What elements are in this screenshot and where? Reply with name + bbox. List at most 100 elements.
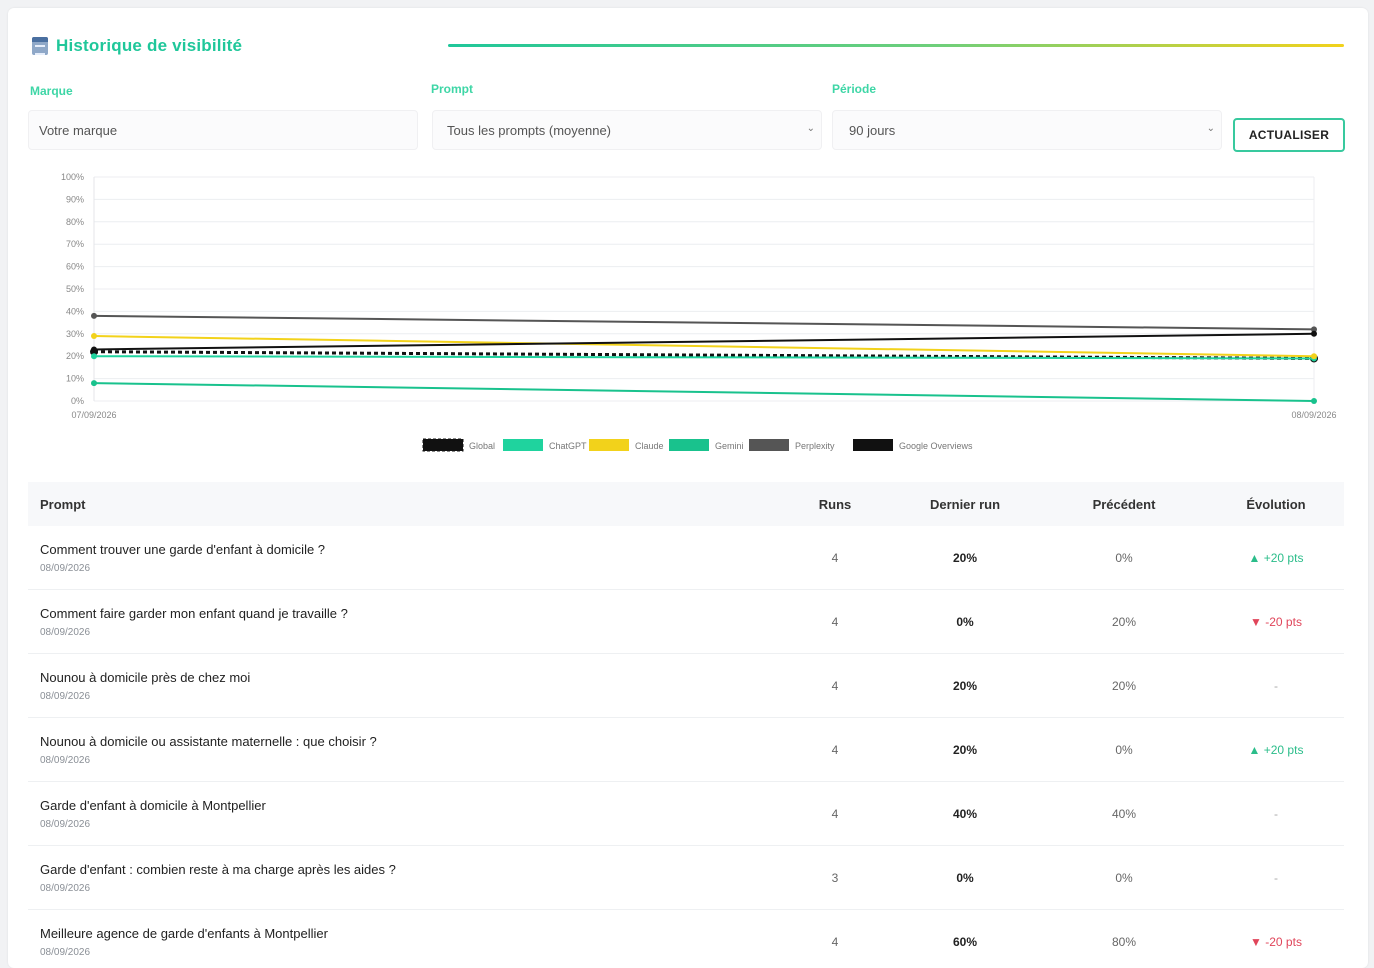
prompt-cell: Garde d'enfant : combien reste à ma char… (28, 862, 780, 894)
evolution-cell: - (1274, 678, 1278, 693)
table-header: Prompt Runs Dernier run Précédent Évolut… (28, 482, 1344, 526)
prompt-date: 08/09/2026 (40, 882, 91, 894)
data-point (1311, 330, 1317, 337)
prompt-cell: Comment trouver une garde d'enfant à dom… (28, 542, 780, 574)
y-tick-label: 10% (66, 374, 84, 384)
prompt-text: Comment trouver une garde d'enfant à dom… (40, 541, 326, 557)
x-tick-label: 08/09/2026 (1291, 410, 1336, 420)
data-point (91, 353, 97, 360)
table-row[interactable]: Garde d'enfant : combien reste à ma char… (28, 846, 1344, 910)
visibility-history-card: Historique de visibilité Marque Prompt P… (8, 8, 1368, 968)
runs-cell: 4 (831, 742, 839, 757)
legend-swatch (422, 438, 464, 452)
prompt-date: 08/09/2026 (40, 626, 91, 638)
y-tick-label: 80% (66, 217, 84, 227)
last-run-cell: 60% (952, 934, 978, 949)
previous-cell: 0% (1115, 742, 1133, 757)
y-tick-label: 40% (66, 306, 84, 316)
y-tick-label: 0% (71, 396, 84, 406)
series-line (93, 314, 1315, 331)
runs-cell: 4 (831, 614, 839, 629)
runs-cell: 4 (831, 806, 839, 821)
last-run-cell: 0% (956, 614, 974, 629)
prompt-text: Garde d'enfant à domicile à Montpellier (40, 797, 266, 813)
legend-label: Gemini (715, 441, 744, 451)
prompt-cell: Nounou à domicile près de chez moi 08/09/… (28, 670, 780, 702)
runs-cell: 3 (831, 870, 839, 885)
legend-label: ChatGPT (549, 441, 587, 451)
evolution-cell: ▲ +20 pts (1248, 742, 1304, 757)
col-runs: Runs (818, 496, 852, 512)
data-point (91, 346, 97, 353)
series-line (93, 382, 1315, 402)
y-tick-label: 30% (66, 329, 84, 339)
prompt-text: Garde d'enfant : combien reste à ma char… (40, 861, 396, 877)
col-evolution: Évolution (1246, 496, 1306, 512)
last-run-cell: 20% (952, 550, 978, 565)
y-tick-label: 70% (66, 239, 84, 249)
table-row[interactable]: Garde d'enfant à domicile à Montpellier 0… (28, 782, 1344, 846)
y-tick-label: 60% (66, 262, 84, 272)
last-run-cell: 20% (952, 742, 978, 757)
previous-cell: 20% (1111, 678, 1137, 693)
legend-swatch (853, 439, 893, 451)
prompt-cell: Comment faire garder mon enfant quand je… (28, 606, 780, 638)
evolution-cell: ▲ +20 pts (1248, 550, 1304, 565)
prompts-table: Prompt Runs Dernier run Précédent Évolut… (28, 482, 1344, 968)
legend-swatch (749, 439, 789, 451)
y-tick-label: 90% (66, 194, 84, 204)
table-row[interactable]: Nounou à domicile près de chez moi 08/09/… (28, 654, 1344, 718)
previous-cell: 0% (1115, 550, 1133, 565)
legend-swatch (503, 439, 543, 451)
runs-cell: 4 (831, 678, 839, 693)
previous-cell: 80% (1111, 934, 1137, 949)
legend-swatch (669, 439, 709, 451)
legend-swatch (589, 439, 629, 451)
evolution-cell: - (1274, 870, 1278, 885)
evolution-cell: ▼ -20 pts (1250, 614, 1302, 629)
table-row[interactable]: Comment faire garder mon enfant quand je… (28, 590, 1344, 654)
col-last-run: Dernier run (929, 496, 1001, 512)
legend-label: Global (469, 441, 495, 451)
y-tick-label: 20% (66, 351, 84, 361)
prompt-text: Comment faire garder mon enfant quand je… (40, 605, 348, 621)
prompt-date: 08/09/2026 (40, 562, 91, 574)
data-point (91, 380, 97, 387)
previous-cell: 0% (1115, 870, 1133, 885)
last-run-cell: 40% (952, 806, 978, 821)
y-tick-label: 100% (61, 172, 84, 182)
col-previous: Précédent (1092, 496, 1156, 512)
series-line (93, 332, 1315, 351)
legend-label: Google Overviews (899, 441, 973, 451)
data-point (1311, 353, 1317, 360)
table-row[interactable]: Meilleure agence de garde d'enfants à Mo… (28, 910, 1344, 968)
legend-label: Claude (635, 441, 664, 451)
prompt-text: Meilleure agence de garde d'enfants à Mo… (40, 925, 328, 941)
data-point (1311, 398, 1317, 404)
table-body: Comment trouver une garde d'enfant à dom… (28, 526, 1344, 968)
evolution-cell: ▼ -20 pts (1250, 934, 1302, 949)
table-row[interactable]: Nounou à domicile ou assistante maternel… (28, 718, 1344, 782)
runs-cell: 4 (831, 550, 839, 565)
previous-cell: 40% (1111, 806, 1137, 821)
prompt-date: 08/09/2026 (40, 946, 91, 958)
prompt-cell: Garde d'enfant à domicile à Montpellier 0… (28, 798, 780, 830)
evolution-cell: - (1274, 806, 1278, 821)
table-row[interactable]: Comment trouver une garde d'enfant à dom… (28, 526, 1344, 590)
previous-cell: 20% (1111, 614, 1137, 629)
x-tick-label: 07/09/2026 (71, 410, 116, 420)
legend-label: Perplexity (795, 441, 835, 451)
col-prompt: Prompt (40, 496, 86, 512)
prompt-cell: Meilleure agence de garde d'enfants à Mo… (28, 926, 780, 958)
prompt-text: Nounou à domicile près de chez moi (40, 669, 251, 685)
last-run-cell: 0% (956, 870, 974, 885)
prompt-text: Nounou à domicile ou assistante maternel… (40, 733, 377, 749)
last-run-cell: 20% (952, 678, 978, 693)
data-point (91, 312, 97, 319)
prompt-date: 08/09/2026 (40, 818, 91, 830)
prompt-cell: Nounou à domicile ou assistante maternel… (28, 734, 780, 766)
data-point (91, 333, 97, 340)
y-tick-label: 50% (66, 284, 84, 294)
prompt-date: 08/09/2026 (40, 690, 91, 702)
runs-cell: 4 (831, 934, 839, 949)
